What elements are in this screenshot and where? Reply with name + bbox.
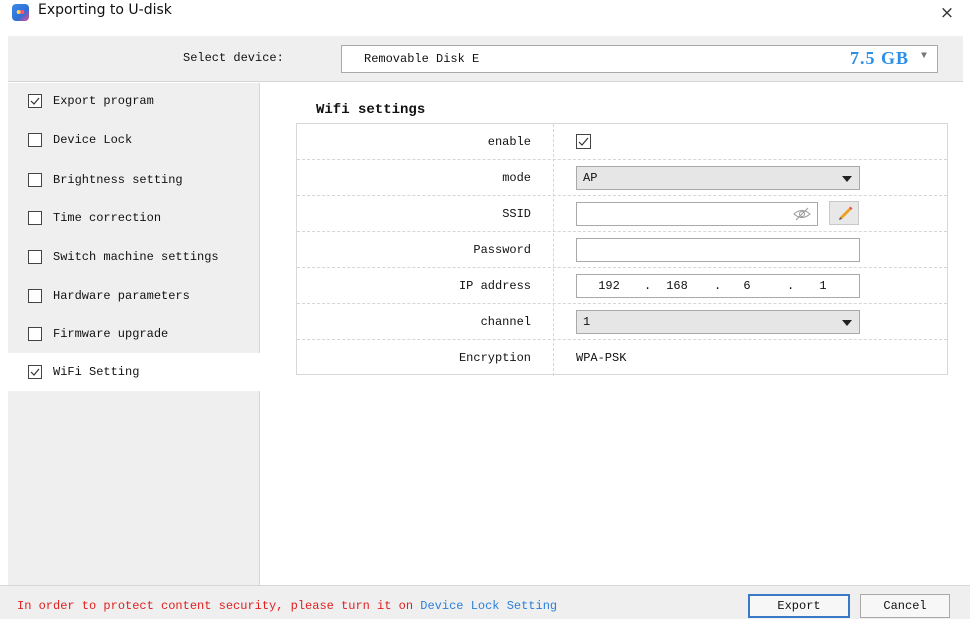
ip-separator: .	[787, 279, 795, 293]
row-ssid: SSID	[297, 196, 947, 232]
security-warning: In order to protect content security, pl…	[17, 599, 557, 613]
sidebar-item-label: Brightness setting	[53, 173, 183, 187]
sidebar-item-firmware-upgrade[interactable]: Firmware upgrade	[8, 316, 260, 354]
pencil-icon	[839, 206, 853, 220]
enable-checkbox[interactable]	[576, 134, 591, 149]
sidebar-item-time-correction[interactable]: Time correction	[8, 199, 260, 237]
password-field[interactable]	[576, 238, 860, 262]
wifi-settings-table: enable mode AP SSID Password IP address …	[296, 123, 948, 376]
window-title: Exporting to U-disk	[38, 2, 172, 18]
footer: In order to protect content security, pl…	[0, 585, 970, 619]
ssid-label: SSID	[502, 207, 531, 221]
export-button[interactable]: Export	[748, 594, 850, 618]
sidebar-item-export-program[interactable]: Export program	[8, 83, 260, 121]
sidebar-item-hardware-parameters[interactable]: Hardware parameters	[8, 277, 260, 315]
checkbox-icon[interactable]	[28, 250, 42, 264]
sidebar-item-label: Device Lock	[53, 133, 133, 147]
cancel-button[interactable]: Cancel	[860, 594, 950, 618]
row-enable: enable	[297, 124, 947, 160]
channel-label: channel	[480, 315, 531, 329]
app-icon	[12, 4, 29, 21]
row-encryption: Encryption WPA-PSK	[297, 340, 947, 376]
sidebar-item-switch-machine-settings[interactable]: Switch machine settings	[8, 238, 260, 276]
encryption-label: Encryption	[458, 351, 531, 365]
device-size: 7.5 GB	[849, 48, 909, 68]
section-title: Wifi settings	[316, 102, 426, 118]
row-password: Password	[297, 232, 947, 268]
checkbox-icon[interactable]	[28, 365, 42, 379]
channel-dropdown[interactable]: 1	[576, 310, 860, 334]
ip-octet[interactable]: 1	[803, 279, 843, 293]
enable-label: enable	[487, 135, 531, 149]
checkbox-icon[interactable]	[28, 327, 42, 341]
close-button[interactable]: ×	[938, 4, 956, 22]
checkbox-icon[interactable]	[28, 289, 42, 303]
caret-down-icon	[842, 176, 852, 182]
ip-separator: .	[714, 279, 722, 293]
password-label: Password	[473, 243, 531, 257]
checkbox-icon[interactable]	[28, 173, 42, 187]
ip-octet[interactable]: 168	[657, 279, 697, 293]
channel-value: 1	[583, 315, 591, 329]
sidebar-item-device-lock[interactable]: Device Lock	[8, 121, 260, 159]
sidebar-item-label: Switch machine settings	[53, 250, 219, 264]
checkbox-icon[interactable]	[28, 211, 42, 225]
eye-hidden-icon[interactable]	[793, 207, 811, 221]
mode-dropdown[interactable]: AP	[576, 166, 860, 190]
ssid-input[interactable]	[577, 203, 817, 225]
checkbox-icon[interactable]	[28, 133, 42, 147]
sidebar-item-label: Firmware upgrade	[53, 327, 169, 341]
ip-octet[interactable]: 6	[727, 279, 767, 293]
security-warning-text: In order to protect content security, pl…	[17, 599, 414, 613]
device-select[interactable]: Removable Disk E 7.5 GB ▼	[341, 45, 938, 73]
device-name: Removable Disk E	[364, 52, 480, 66]
ssid-field[interactable]	[576, 202, 818, 226]
ip-address-label: IP address	[458, 279, 531, 293]
password-input[interactable]	[577, 239, 859, 261]
chevron-down-icon: ▼	[920, 51, 927, 62]
edit-ssid-button[interactable]	[829, 201, 859, 225]
title-bar: Exporting to U-disk ×	[0, 0, 970, 32]
ip-address-field[interactable]: 192 . 168 . 6 . 1	[576, 274, 860, 298]
row-mode: mode AP	[297, 160, 947, 196]
sidebar: Export program Device Lock Brightness se…	[8, 83, 260, 585]
sidebar-item-label: Time correction	[53, 211, 162, 225]
caret-down-icon	[842, 320, 852, 326]
row-ip-address: IP address 192 . 168 . 6 . 1	[297, 268, 947, 304]
row-channel: channel 1	[297, 304, 947, 340]
mode-label: mode	[502, 171, 531, 185]
checkbox-icon[interactable]	[28, 94, 42, 108]
sidebar-item-wifi-setting[interactable]: WiFi Setting	[8, 353, 260, 391]
select-device-label: Select device:	[183, 51, 284, 65]
sidebar-item-label: Hardware parameters	[53, 289, 190, 303]
ip-octet[interactable]: 192	[589, 279, 629, 293]
device-lock-setting-link[interactable]: Device Lock Setting	[420, 599, 557, 613]
sidebar-item-label: Export program	[53, 94, 154, 108]
sidebar-item-label: WiFi Setting	[53, 365, 140, 379]
main-panel: Wifi settings enable mode AP SSID Passwo…	[261, 83, 963, 585]
ip-separator: .	[644, 279, 652, 293]
encryption-value: WPA-PSK	[576, 351, 627, 365]
mode-value: AP	[583, 171, 598, 185]
device-bar: Select device: Removable Disk E 7.5 GB ▼	[8, 36, 963, 82]
sidebar-item-brightness-setting[interactable]: Brightness setting	[8, 160, 260, 198]
